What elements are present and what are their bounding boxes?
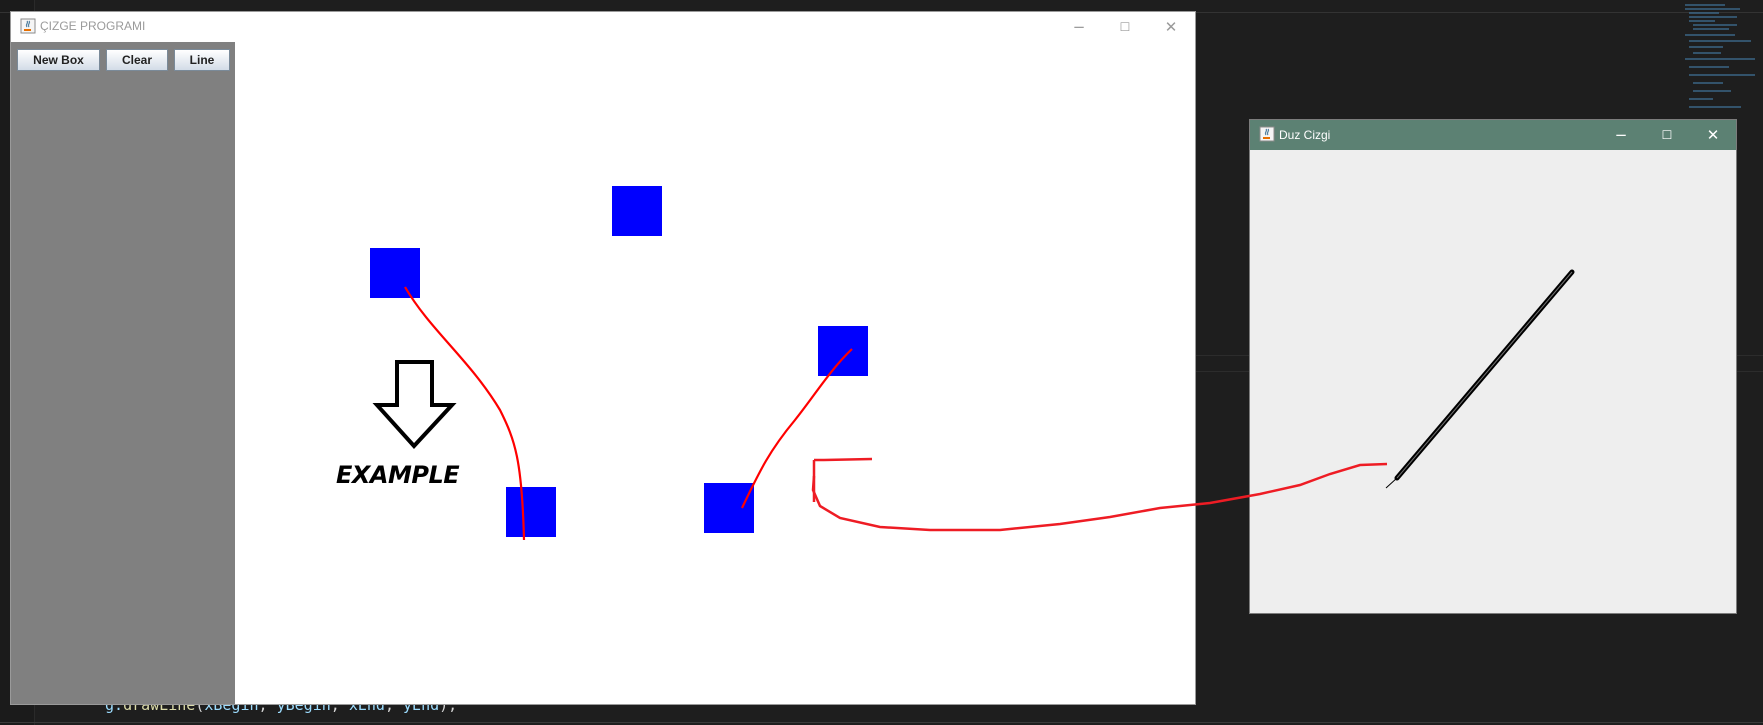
minimize-button[interactable]: − bbox=[1056, 12, 1102, 42]
maximize-icon: ☐ bbox=[1661, 128, 1673, 142]
example-label: EXAMPLE bbox=[336, 461, 460, 489]
duz-cizgi-window: Duz Cizgi − ☐ ✕ bbox=[1250, 120, 1736, 613]
clear-button[interactable]: Clear bbox=[106, 49, 168, 71]
close-button[interactable]: ✕ bbox=[1148, 12, 1194, 42]
duz-cizgi-canvas[interactable] bbox=[1250, 150, 1736, 613]
minimize-icon: − bbox=[1614, 126, 1628, 144]
blue-box[interactable] bbox=[506, 487, 556, 537]
blue-box[interactable] bbox=[818, 326, 868, 376]
blue-box[interactable] bbox=[704, 483, 754, 533]
duz-cizgi-titlebar[interactable]: Duz Cizgi − ☐ ✕ bbox=[1250, 120, 1736, 150]
blue-box[interactable] bbox=[370, 248, 420, 298]
main-window: ÇIZGE PROGRAMI − ☐ ✕ New Box Clear Line bbox=[11, 12, 1195, 704]
maximize-button[interactable]: ☐ bbox=[1644, 120, 1690, 150]
minimize-icon: − bbox=[1072, 18, 1086, 36]
close-button[interactable]: ✕ bbox=[1690, 120, 1736, 150]
ide-minimap[interactable] bbox=[1683, 0, 1763, 120]
toolbar-panel bbox=[11, 42, 235, 704]
java-icon bbox=[1259, 126, 1275, 142]
line-button[interactable]: Line bbox=[174, 49, 230, 71]
java-icon bbox=[20, 18, 36, 34]
window-title: Duz Cizgi bbox=[1279, 128, 1331, 142]
maximize-button[interactable]: ☐ bbox=[1102, 12, 1148, 42]
window-title: ÇIZGE PROGRAMI bbox=[40, 19, 146, 33]
ide-divider bbox=[0, 722, 1763, 723]
maximize-icon: ☐ bbox=[1119, 20, 1131, 34]
main-window-titlebar[interactable]: ÇIZGE PROGRAMI − ☐ ✕ bbox=[11, 12, 1195, 42]
close-icon: ✕ bbox=[1164, 18, 1178, 36]
drawing-canvas[interactable] bbox=[235, 42, 1195, 704]
minimize-button[interactable]: − bbox=[1598, 120, 1644, 150]
close-icon: ✕ bbox=[1706, 126, 1720, 144]
blue-box[interactable] bbox=[612, 186, 662, 236]
new-box-button[interactable]: New Box bbox=[17, 49, 100, 71]
